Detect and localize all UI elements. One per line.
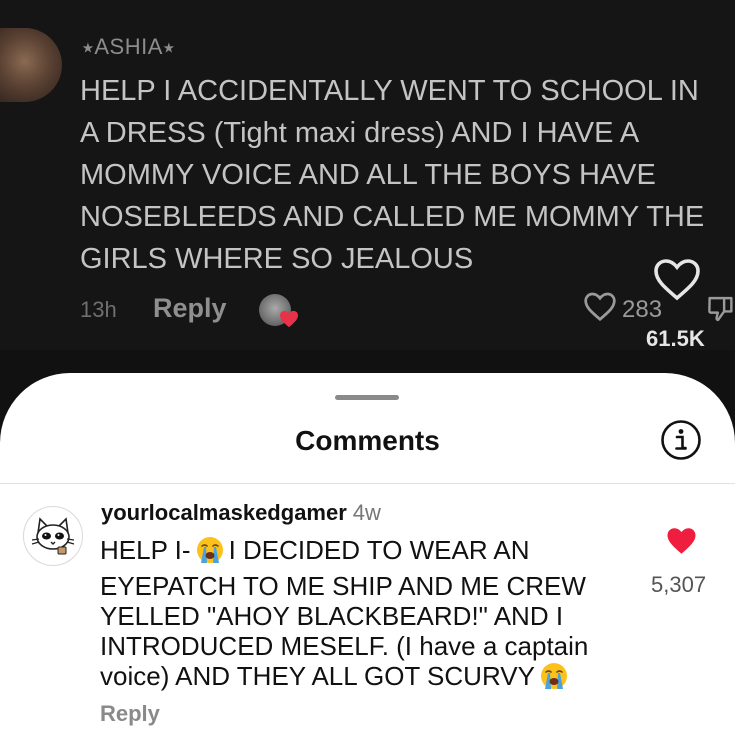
info-icon[interactable]	[660, 419, 702, 461]
background-comment-like-icon[interactable]	[583, 292, 617, 322]
comment-time: 4w	[352, 500, 381, 525]
comment-like-count: 5,307	[651, 572, 707, 597]
comment-text-part1: HELP I-	[100, 535, 191, 565]
dislike-icon[interactable]	[706, 294, 735, 324]
sheet-drag-handle[interactable]	[335, 395, 399, 400]
commenter-avatar[interactable]	[23, 506, 83, 566]
background-reply-button[interactable]: Reply	[153, 293, 227, 324]
loudly-crying-face-icon	[195, 535, 225, 571]
commenter-username[interactable]: yourlocalmaskedgamer	[101, 500, 347, 525]
background-comment-text: HELP I ACCIDENTALLY WENT TO SCHOOL IN A …	[80, 75, 705, 275]
sheet-title: Comments	[295, 425, 440, 456]
creator-liked-heart-icon	[280, 310, 298, 328]
comment-text: HELP I- I DECIDED TO WEAR AN EYEPATCH TO …	[100, 535, 640, 697]
video-like-total: 61.5K	[646, 326, 705, 351]
comments-sheet: Comments yourlocalmaskedgamer 4w HELP I- I…	[0, 373, 735, 753]
cat-mask-icon	[31, 517, 75, 555]
commenter-username-row[interactable]: yourlocalmaskedgamer 4w	[101, 500, 381, 526]
comment-reply-button[interactable]: Reply	[100, 701, 160, 727]
background-comment-username[interactable]: ⭑ASHIA⭑	[82, 34, 175, 60]
comment-like-heart-icon[interactable]	[666, 527, 697, 555]
background-comment-time: 13h	[80, 297, 117, 322]
header-divider	[0, 483, 735, 484]
background-comment-like-count: 283	[622, 296, 663, 323]
loudly-crying-face-icon	[539, 661, 569, 697]
